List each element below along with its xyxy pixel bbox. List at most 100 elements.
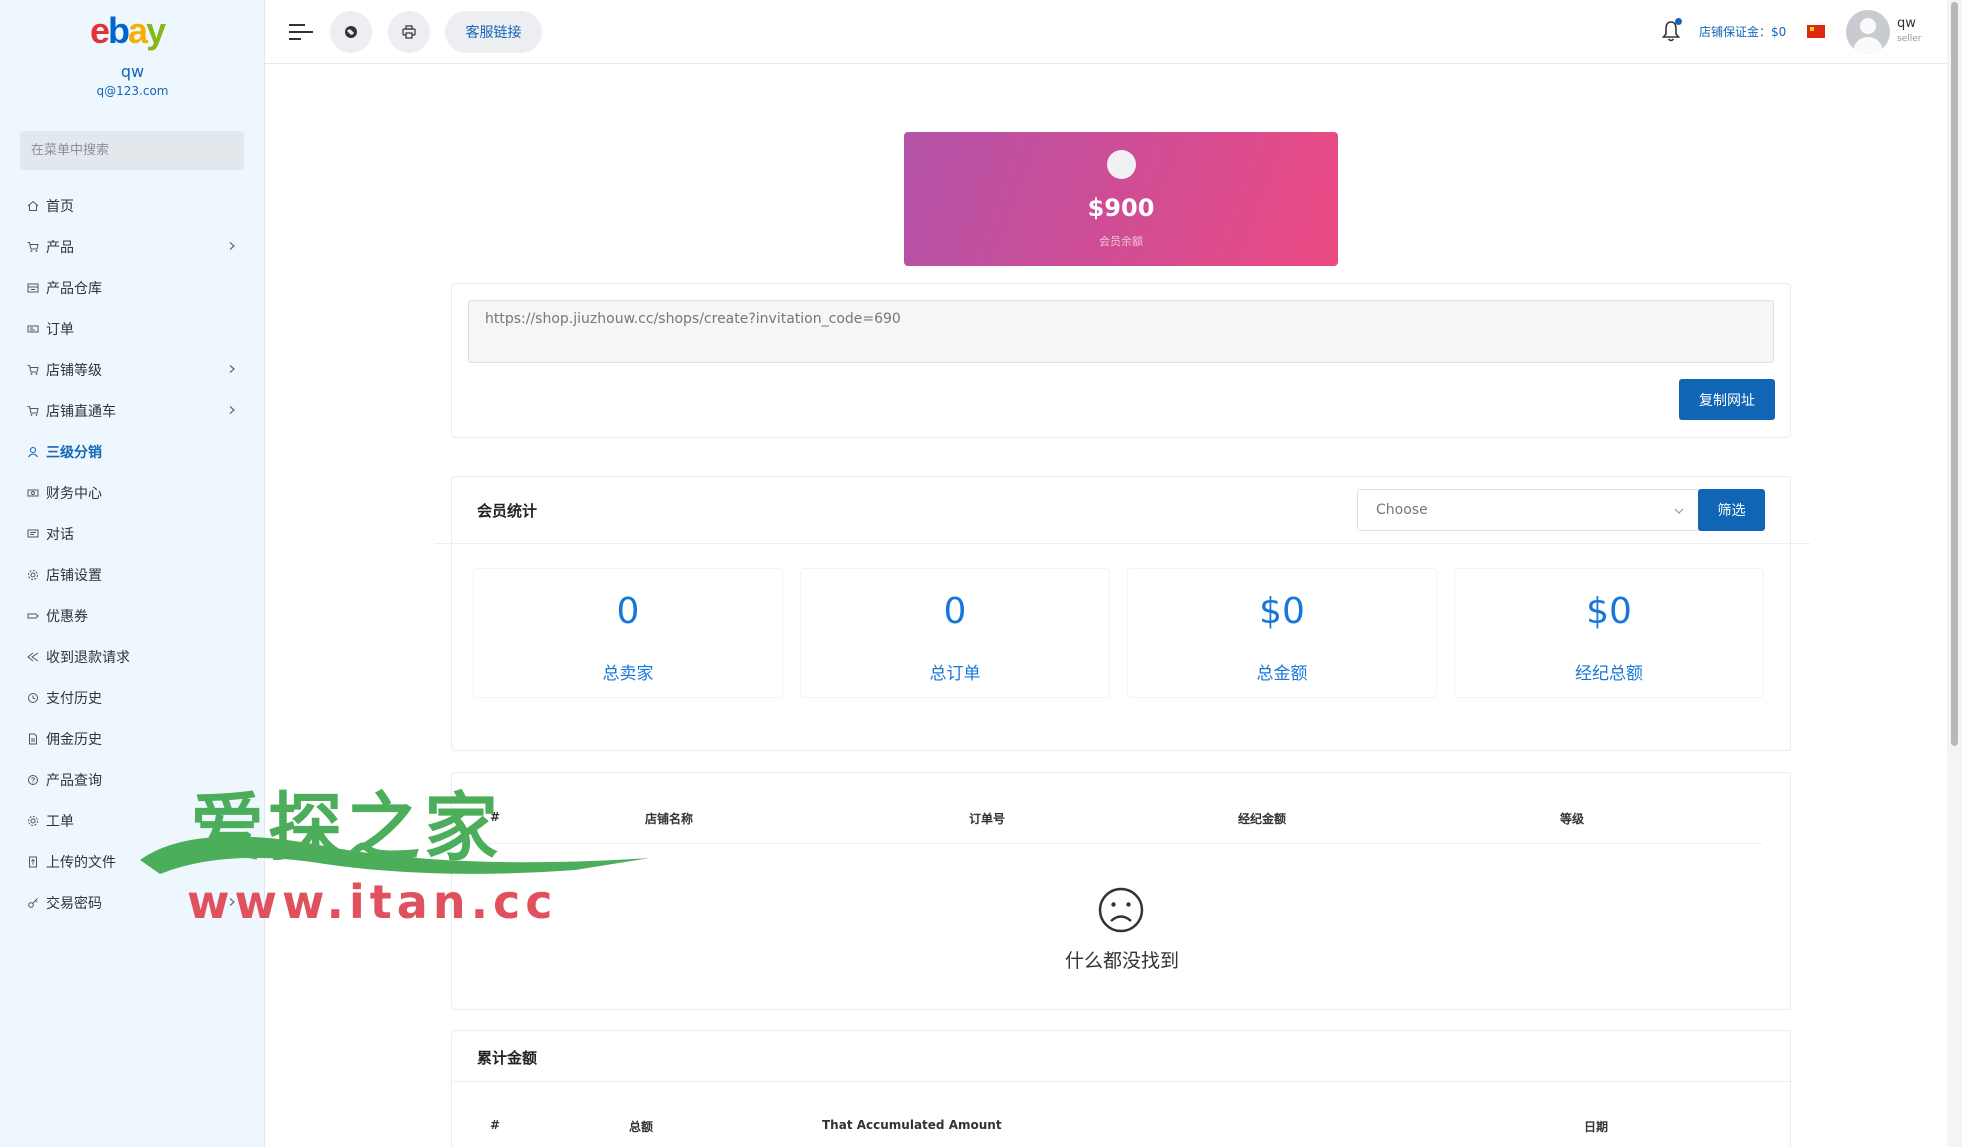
sidebar-item-14[interactable]: 佣金历史 xyxy=(0,718,265,759)
accumulated-title: 累计金额 xyxy=(477,1049,538,1067)
sidebar-item-1[interactable]: 首页 xyxy=(0,185,265,226)
stat-value: 0 xyxy=(616,591,640,632)
sidebar-menu: 首页产品产品仓库订单 店铺等级 店铺直通车三级分销财务中心对话店铺设置优惠券收到退款… xyxy=(0,185,265,923)
sidebar-item-label: 佣金历史 xyxy=(46,731,102,748)
cart-icon xyxy=(27,364,39,376)
table-header-shop-name: 店铺名称 xyxy=(645,812,694,826)
balance-label: 会员余额 xyxy=(1099,235,1143,248)
sidebar-item-label: 财务中心 xyxy=(46,485,102,502)
stat-value: $0 xyxy=(1259,591,1305,632)
balance-amount: $900 xyxy=(1087,194,1155,222)
order-icon xyxy=(27,323,39,335)
stat-value: 0 xyxy=(943,591,967,632)
stat-total-orders: 0 总订单 xyxy=(800,568,1110,698)
sidebar-item-7[interactable]: 三级分销 xyxy=(0,431,265,472)
member-balance-card: $900 会员余额 xyxy=(904,132,1338,266)
globe-icon xyxy=(345,26,357,38)
warehouse-icon xyxy=(27,282,39,294)
sidebar-item-label: 工单 xyxy=(46,813,74,830)
sidebar-item-18[interactable]: 交易密码 xyxy=(0,882,265,923)
customer-service-link[interactable]: 客服链接 xyxy=(445,11,542,53)
stat-total-sellers: 0 总卖家 xyxy=(473,568,783,698)
stat-value: $0 xyxy=(1586,591,1632,632)
sidebar-item-label: 店铺设置 xyxy=(46,567,102,584)
sidebar-item-label: 交易密码 xyxy=(46,895,102,912)
sidebar-item-label: 优惠券 xyxy=(46,608,88,625)
sidebar-item-label: 收到退款请求 xyxy=(46,649,130,666)
sidebar-item-label: 上传的文件 xyxy=(46,854,116,871)
gear-icon xyxy=(27,569,39,581)
sidebar: ebay qw q@123.com 首页产品产品仓库订单店铺等级店铺直通车三级分… xyxy=(0,0,265,1147)
table-header-order-number: 订单号 xyxy=(969,812,1006,826)
ebay-logo[interactable]: ebay xyxy=(90,10,174,51)
sidebar-item-16[interactable]: 工单 xyxy=(0,800,265,841)
sidebar-item-label: 对话 xyxy=(46,526,74,543)
page-scrollbar[interactable] xyxy=(1947,0,1962,1147)
empty-state-text: 什么都没找到 xyxy=(1064,950,1179,972)
question-icon xyxy=(27,774,39,786)
sidebar-item-8[interactable]: 财务中心 xyxy=(0,472,265,513)
accumulated-amount-card: 累计金额 # 总额 That Accumulated Amount 日期 xyxy=(451,1030,1792,1147)
period-select[interactable]: Choose xyxy=(1357,489,1699,531)
china-flag-icon[interactable] xyxy=(1807,25,1825,38)
sidebar-item-15[interactable]: 产品查询 xyxy=(0,759,265,800)
header-user-name[interactable]: qw xyxy=(1897,16,1916,31)
filter-button[interactable]: 筛选 xyxy=(1698,489,1765,531)
user-icon xyxy=(27,446,39,458)
sidebar-item-11[interactable]: 优惠券 xyxy=(0,595,265,636)
stat-total-amount: $0 总金额 xyxy=(1127,568,1437,698)
sidebar-user-email: q@123.com xyxy=(96,84,169,98)
stat-label: 总金额 xyxy=(1256,664,1308,684)
chevron-right-icon xyxy=(229,898,235,906)
table-divider xyxy=(482,843,1762,844)
cart-icon xyxy=(27,241,39,253)
notification-dot xyxy=(1675,18,1682,25)
menu-search-input[interactable] xyxy=(20,131,244,170)
sidebar-item-9[interactable]: 对话 xyxy=(0,513,265,554)
copy-url-button[interactable]: 复制网址 xyxy=(1679,379,1775,420)
cart-icon xyxy=(27,405,39,417)
sidebar-item-label: 支付历史 xyxy=(46,690,102,707)
coupon-icon xyxy=(27,610,39,622)
key-icon xyxy=(27,897,39,909)
stats-title: 会员统计 xyxy=(477,502,538,520)
sidebar-item-12[interactable]: 收到退款请求 xyxy=(0,636,265,677)
chevron-right-icon xyxy=(229,406,235,414)
sad-face-icon xyxy=(1098,887,1144,933)
sidebar-item-2[interactable]: 产品 xyxy=(0,226,265,267)
gear-icon xyxy=(27,815,39,827)
scrollbar-thumb[interactable] xyxy=(1951,2,1958,746)
table-header-level: 等级 xyxy=(1560,812,1585,826)
sidebar-user-name: qw xyxy=(120,62,145,81)
header-user-role: seller xyxy=(1897,34,1922,44)
sidebar-item-label: 三级分销 xyxy=(46,444,102,461)
print-button[interactable] xyxy=(388,11,430,53)
home-icon xyxy=(27,200,39,212)
accumulated-header-total: 总额 xyxy=(629,1120,654,1134)
sidebar-item-17[interactable]: 上传的文件 xyxy=(0,841,265,882)
sidebar-item-label: 首页 xyxy=(46,198,74,215)
sidebar-item-label: 产品仓库 xyxy=(46,280,102,297)
invite-url-field[interactable] xyxy=(468,300,1774,363)
avatar[interactable] xyxy=(1846,10,1890,54)
stat-label: 总卖家 xyxy=(602,664,654,684)
invite-link-card: 复制网址 xyxy=(451,283,1791,438)
menu-toggle-icon[interactable] xyxy=(288,20,314,44)
chevron-right-icon xyxy=(229,365,235,373)
sidebar-item-3[interactable]: 产品仓库 xyxy=(0,267,265,308)
sidebar-item-4[interactable]: 订单 xyxy=(0,308,265,349)
sidebar-item-label: 产品 xyxy=(46,239,74,256)
period-select-value: Choose xyxy=(1376,502,1428,518)
sidebar-item-6[interactable]: 店铺直通车 xyxy=(0,390,265,431)
globe-button[interactable] xyxy=(330,11,372,53)
store-deposit[interactable]: 店铺保证金：$0 xyxy=(1699,23,1786,40)
sidebar-item-13[interactable]: 支付历史 xyxy=(0,677,265,718)
chevron-down-icon xyxy=(1674,508,1684,514)
upload-file-icon xyxy=(27,856,39,868)
member-stats-card: 会员统计 Choose 筛选 0 总卖家 0 总订单 $0 总金额 $0 经纪总… xyxy=(434,476,1810,751)
sidebar-item-10[interactable]: 店铺设置 xyxy=(0,554,265,595)
member-table-card: # 店铺名称 订单号 经纪金额 等级 什么都没找到 xyxy=(451,772,1791,1010)
sidebar-item-5[interactable]: 店铺等级 xyxy=(0,349,265,390)
chevron-right-icon xyxy=(229,242,235,250)
printer-icon xyxy=(402,25,416,39)
